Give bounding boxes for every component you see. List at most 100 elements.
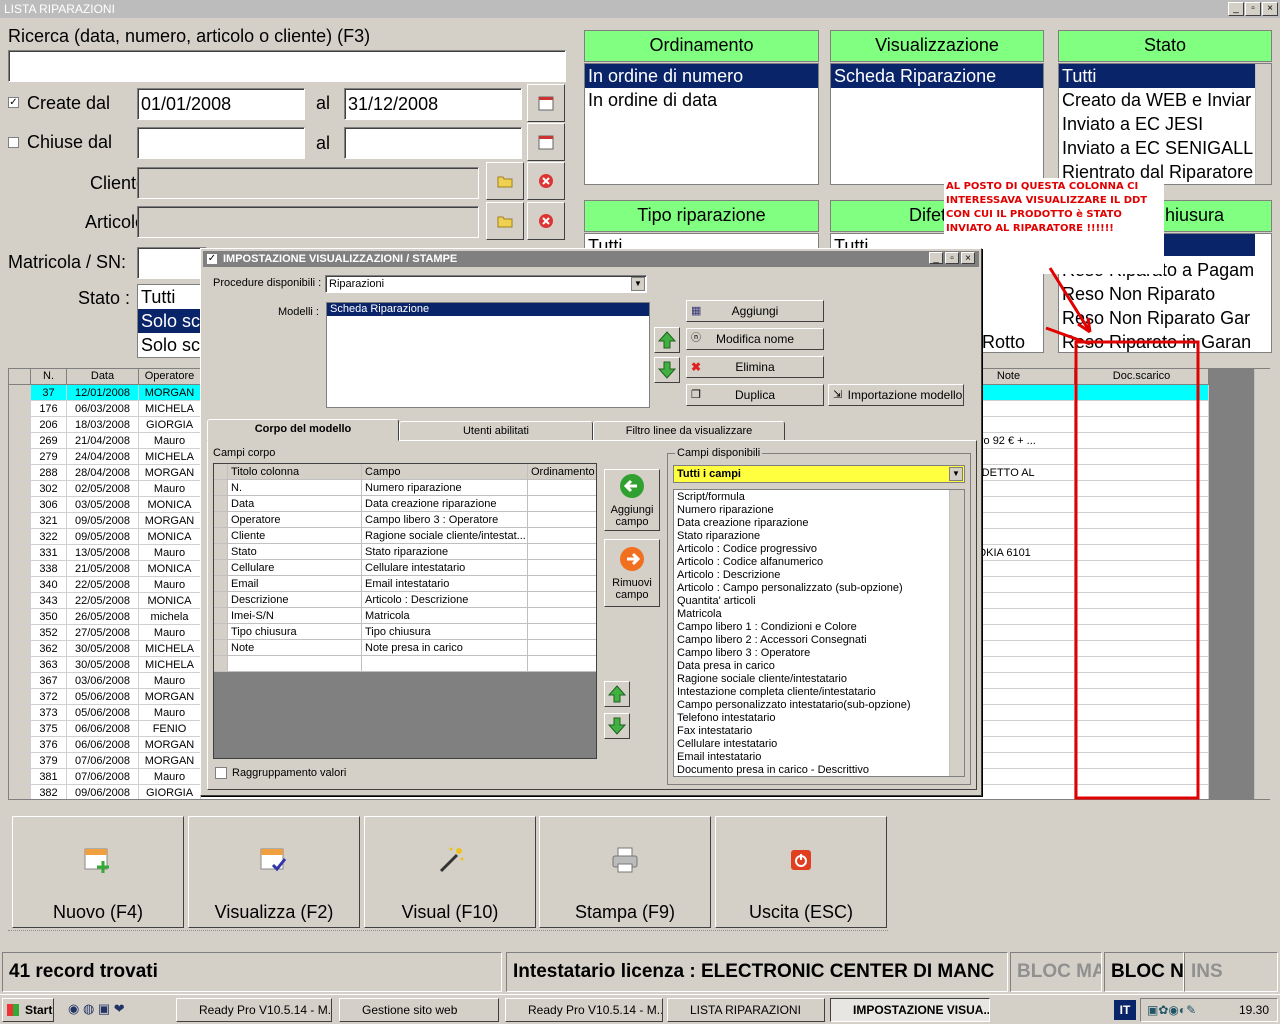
list-item[interactable]: In ordine di numero (585, 64, 818, 88)
campi-corpo-grid[interactable]: Titolo colonna Campo Ordinamento N. Numer… (213, 463, 597, 759)
language-indicator[interactable]: IT (1114, 1000, 1136, 1020)
table-row[interactable]: Tipo chiusura Tipo chiusura (214, 624, 596, 640)
modelli-list[interactable]: Scheda Riparazione (326, 302, 650, 408)
duplica-button[interactable]: ❐ Duplica (686, 384, 824, 406)
stampa-button[interactable]: Stampa (F9) (539, 816, 711, 928)
tray-icons[interactable]: ▣✿◉◐✎ (1147, 1003, 1196, 1017)
taskbar-item[interactable]: Ready Pro V10.5.14 - M... (176, 998, 332, 1022)
closed-checkbox[interactable] (8, 137, 19, 148)
table-row[interactable]: Cliente Ragione sociale cliente/intestat.… (214, 528, 596, 544)
list-item[interactable]: Articolo : Descrizione (674, 569, 964, 582)
list-item[interactable]: Documento presa in carico - Descrittivo (674, 764, 964, 776)
matricola-input[interactable] (137, 247, 207, 279)
list-item[interactable]: Articolo : Codice progressivo (674, 543, 964, 556)
search-input[interactable] (8, 50, 566, 82)
list-item[interactable]: Solo sc (138, 333, 206, 357)
list-item[interactable]: Tutti (1059, 64, 1271, 88)
elimina-button[interactable]: ✖ Elimina (686, 356, 824, 378)
close-button[interactable]: × (1262, 2, 1278, 16)
tab-filtro-linee[interactable]: Filtro linee da visualizzare (593, 421, 785, 441)
campi-disponibili-list[interactable]: Script/formula Numero riparazione Data cre… (673, 489, 965, 777)
rimuovi-campo-button[interactable]: Rimuovi campo (604, 539, 660, 607)
list-item[interactable]: Campo libero 2 : Accessori Consegnati (674, 634, 964, 647)
taskbar-item-active[interactable]: IMPOSTAZIONE VISUA... (830, 998, 990, 1022)
col-campo[interactable]: Campo (362, 464, 528, 480)
table-row[interactable]: N. Numero riparazione (214, 480, 596, 496)
list-item[interactable]: Scheda Riparazione (831, 64, 1043, 88)
list-item[interactable]: Script/formula (674, 491, 964, 504)
cliente-clear-button[interactable] (527, 162, 565, 200)
list-item[interactable]: Numero riparazione (674, 504, 964, 517)
list-item[interactable]: Email intestatario (674, 751, 964, 764)
list-item[interactable]: Articolo : Campo personalizzato (sub-opz… (674, 582, 964, 595)
uscita-button[interactable]: Uscita (ESC) (715, 816, 887, 928)
col-operatore[interactable]: Operatore (139, 369, 201, 385)
ordinamento-list[interactable]: In ordine di numero In ordine di data (584, 63, 819, 185)
field-down-button[interactable] (604, 713, 630, 739)
move-up-button[interactable] (654, 327, 680, 353)
dialog-maximize-button[interactable]: ▫ (945, 252, 959, 264)
field-up-button[interactable] (604, 681, 630, 707)
aggiungi-button[interactable]: ▦ Aggiungi (686, 300, 824, 322)
scrollbar[interactable] (949, 490, 964, 776)
chevron-down-icon[interactable]: ▼ (631, 277, 645, 291)
aggiungi-campo-button[interactable]: Aggiungi campo (604, 469, 660, 531)
list-item[interactable]: Fax intestatario (674, 725, 964, 738)
closed-from-input[interactable] (137, 127, 305, 159)
minimize-button[interactable]: _ (1228, 2, 1244, 16)
stato-filter-list[interactable]: Tutti Solo sc Solo sc (137, 284, 207, 358)
list-item[interactable]: Telefono intestatario (674, 712, 964, 725)
importazione-modello-button[interactable]: ⇲ Importazione modello (828, 384, 964, 406)
move-down-button[interactable] (654, 357, 680, 383)
scrollbar[interactable] (1255, 64, 1271, 184)
list-item[interactable]: Quantita' articoli (674, 595, 964, 608)
closed-to-input[interactable] (344, 127, 522, 159)
dialog-close-button[interactable]: × (961, 252, 975, 264)
col-data[interactable]: Data (67, 369, 139, 385)
list-item[interactable]: Stato riparazione (674, 530, 964, 543)
list-item[interactable]: Matricola (674, 608, 964, 621)
modifica-nome-button[interactable]: ⓝ Modifica nome (686, 328, 824, 350)
visual-button[interactable]: Visual (F10) (364, 816, 536, 928)
campi-filter-select[interactable]: Tutti i campi (673, 465, 965, 483)
calendar-button[interactable] (527, 123, 565, 161)
quicklaunch-icons[interactable]: ◉ ◍ ▣ ❤ (68, 1001, 168, 1017)
table-row[interactable] (214, 656, 596, 672)
visualizzazione-list[interactable]: Scheda Riparazione (830, 63, 1044, 185)
list-item[interactable]: Solo sc (138, 309, 206, 333)
articolo-clear-button[interactable] (527, 202, 565, 240)
stato-list[interactable]: Tutti Creato da WEB e Inviar Inviato a E… (1058, 63, 1272, 185)
table-row[interactable]: Descrizione Articolo : Descrizione (214, 592, 596, 608)
tab-corpo-modello[interactable]: Corpo del modello (207, 419, 399, 441)
table-row[interactable]: Operatore Campo libero 3 : Operatore (214, 512, 596, 528)
list-item[interactable]: Data creazione riparazione (674, 517, 964, 530)
tab-utenti-abilitati[interactable]: Utenti abilitati (399, 421, 593, 441)
list-item[interactable]: Inviato a EC SENIGALL (1059, 136, 1271, 160)
list-item[interactable]: Data presa in carico (674, 660, 964, 673)
col-n[interactable]: N. (31, 369, 67, 385)
list-item[interactable]: Scheda Riparazione (327, 303, 649, 316)
chevron-down-icon[interactable]: ▼ (949, 467, 963, 481)
procedure-select[interactable]: Riparazioni (325, 275, 647, 293)
list-item[interactable]: Tutti (138, 285, 206, 309)
create-from-input[interactable]: 01/01/2008 (137, 88, 305, 120)
list-item[interactable]: Articolo : Codice alfanumerico (674, 556, 964, 569)
list-item[interactable]: Inviato a EC JESI (1059, 112, 1271, 136)
dialog-minimize-button[interactable]: _ (929, 252, 943, 264)
list-item[interactable]: Cellulare intestatario (674, 738, 964, 751)
visualizza-button[interactable]: Visualizza (F2) (188, 816, 360, 928)
create-checkbox[interactable]: ✓ (8, 97, 19, 108)
articolo-browse-button[interactable] (486, 202, 524, 240)
col-ordinamento[interactable]: Ordinamento (528, 464, 596, 480)
cliente-browse-button[interactable] (486, 162, 524, 200)
table-row[interactable]: Cellulare Cellulare intestatario (214, 560, 596, 576)
table-row[interactable]: Email Email intestatario (214, 576, 596, 592)
nuovo-button[interactable]: Nuovo (F4) (12, 816, 184, 928)
taskbar-item[interactable]: LISTA RIPARAZIONI (667, 998, 825, 1022)
table-row[interactable]: Note Note presa in carico (214, 640, 596, 656)
list-item[interactable]: In ordine di data (585, 88, 818, 112)
create-to-input[interactable]: 31/12/2008 (344, 88, 522, 120)
raggruppamento-checkbox[interactable] (215, 767, 227, 779)
table-row[interactable]: Imei-S/N Matricola (214, 608, 596, 624)
start-button[interactable]: Start (2, 998, 54, 1022)
